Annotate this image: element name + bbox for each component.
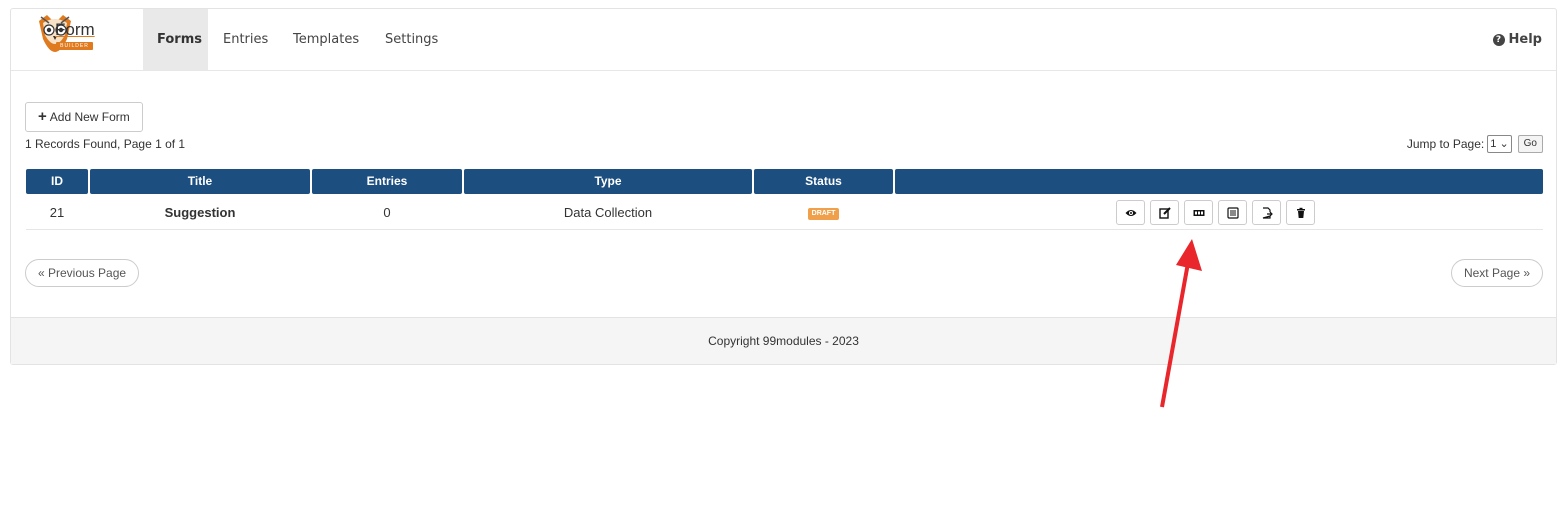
main-panel: Form BUILDER Forms Entries Templates Set… (10, 8, 1557, 365)
go-button[interactable]: Go (1517, 135, 1543, 153)
jump-label: Jump to Page: (1406, 137, 1485, 151)
cell-title[interactable]: Suggestion (90, 197, 310, 229)
preview-button[interactable] (1116, 200, 1145, 225)
export-icon (1262, 206, 1273, 219)
plus-icon: + (38, 108, 47, 125)
add-new-form-label: Add New Form (49, 110, 130, 124)
export-button[interactable] (1252, 200, 1281, 225)
edit-button[interactable] (1150, 200, 1179, 225)
nav-settings[interactable]: Settings (371, 9, 452, 70)
question-icon: ? (1492, 34, 1505, 46)
row-actions (1116, 200, 1315, 225)
logo-text: Form (55, 20, 95, 39)
shortcode-button[interactable] (1184, 200, 1213, 225)
cell-entries: 0 (383, 205, 391, 220)
chevron-down-icon: ⌄ (1499, 138, 1509, 150)
col-status[interactable]: Status (754, 169, 893, 194)
shortcode-icon (1193, 209, 1204, 216)
list-icon (1226, 206, 1239, 219)
page-select[interactable]: 1 ⌄ (1487, 135, 1512, 153)
nav-entries[interactable]: Entries (209, 9, 282, 70)
help-label: Help (1508, 32, 1542, 47)
logo-subtext: BUILDER (56, 42, 93, 50)
nav-templates[interactable]: Templates (279, 9, 373, 70)
delete-button[interactable] (1286, 200, 1315, 225)
eye-icon (1125, 209, 1136, 216)
col-id[interactable]: ID (26, 169, 88, 194)
col-entries[interactable]: Entries (312, 169, 462, 194)
next-page-button[interactable]: Next Page » (1450, 259, 1543, 287)
col-type[interactable]: Type (464, 169, 752, 194)
col-title[interactable]: Title (90, 169, 310, 194)
cell-status: DRAFT (754, 197, 893, 229)
nav-forms[interactable]: Forms (143, 9, 208, 70)
edit-icon (1158, 206, 1171, 219)
page-select-value: 1 (1490, 138, 1497, 150)
help-link[interactable]: ? Help (1492, 9, 1542, 70)
entries-list-button[interactable] (1218, 200, 1247, 225)
navbar: Form BUILDER Forms Entries Templates Set… (11, 9, 1556, 71)
cell-id: 21 (49, 205, 65, 220)
records-summary: 1 Records Found, Page 1 of 1 (25, 137, 186, 151)
trash-icon (1296, 207, 1305, 218)
add-new-form-button[interactable]: + Add New Form (25, 102, 143, 132)
previous-page-button[interactable]: « Previous Page (25, 259, 140, 287)
table-header: ID Title Entries Type Status (26, 169, 1543, 194)
jump-to-page: Jump to Page: 1 ⌄ Go (1407, 135, 1543, 153)
red-arrow-annotation (1160, 239, 1202, 408)
footer-copyright: Copyright 99modules - 2023 (11, 317, 1556, 364)
status-badge: DRAFT (807, 207, 840, 220)
col-actions (895, 169, 1543, 194)
table-row: 21 Suggestion 0 Data Collection DRAFT (26, 197, 1543, 230)
cell-type: Data Collection (563, 205, 653, 220)
